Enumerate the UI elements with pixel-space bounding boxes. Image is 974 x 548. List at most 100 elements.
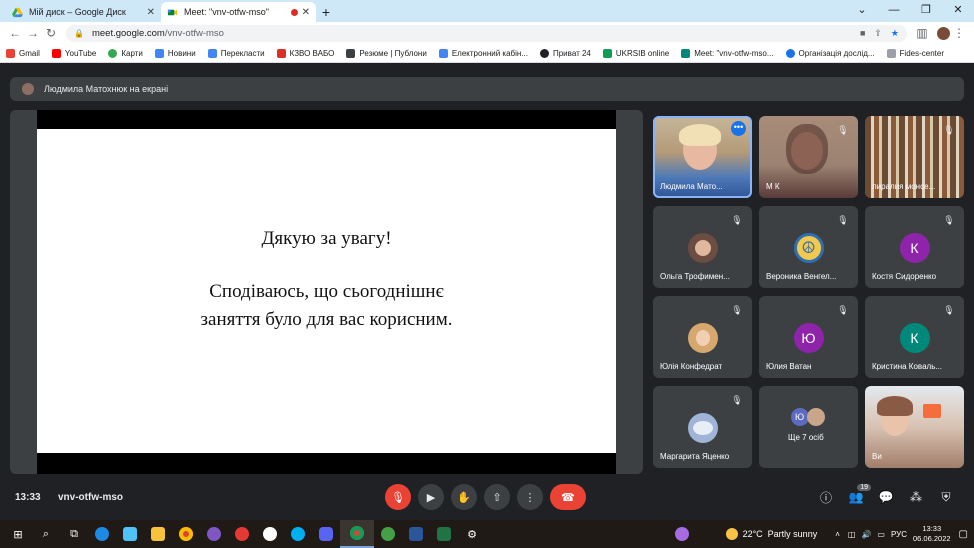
back-arrow-icon[interactable]: ←: [6, 26, 24, 40]
windows-start-icon[interactable]: ⊞: [4, 520, 32, 548]
share-icon[interactable]: ⇪: [874, 28, 882, 39]
url-input[interactable]: 🔒 meet.google.com/vnv-otfw-mso ■ ⇪ ★: [66, 24, 907, 42]
more-options-button[interactable]: ⋮: [517, 484, 543, 510]
slide-line-3: заняття було для вас корисним.: [200, 309, 453, 330]
tray-chevron-icon[interactable]: ˄: [835, 530, 840, 539]
participant-tile[interactable]: 🎙 лиралия монсе...: [865, 116, 964, 198]
participant-tile[interactable]: 🎙 М К: [759, 116, 858, 198]
leave-call-button[interactable]: ☎: [550, 484, 586, 510]
tab-google-drive[interactable]: Мій диск – Google Диск ✕: [6, 2, 161, 22]
raise-hand-button[interactable]: ✋: [451, 484, 477, 510]
bookmark-kzvo[interactable]: КЗВО ВАБО: [276, 48, 334, 58]
clock[interactable]: 13:33 06.06.2022: [913, 524, 951, 544]
more-participants-tile[interactable]: Ю Ще 7 осіб: [759, 386, 858, 468]
chrome-active-icon[interactable]: [340, 520, 374, 548]
discord-icon[interactable]: [312, 520, 340, 548]
participant-tile[interactable]: К 🎙 Костя Сидоренко: [865, 206, 964, 288]
participant-name: лиралия монсе...: [872, 182, 936, 191]
mic-off-icon: 🎙: [731, 215, 743, 225]
weather-temp: 22°C: [742, 529, 763, 539]
activities-icon[interactable]: ⁂: [907, 490, 925, 504]
maximize-button[interactable]: ❐: [910, 0, 942, 22]
bookmark-research[interactable]: Організація дослід...: [785, 48, 875, 58]
viber-icon[interactable]: [200, 520, 228, 548]
mic-off-icon: 🎙: [731, 305, 743, 315]
close-tab-icon[interactable]: ✕: [302, 7, 310, 18]
camera-icon: ▶: [426, 491, 436, 504]
bookmark-privat24[interactable]: Приват 24: [539, 48, 591, 58]
bookmark-youtube[interactable]: YouTube: [51, 48, 96, 58]
opera-icon[interactable]: [228, 520, 256, 548]
participant-tile[interactable]: ☮ 🎙 Вероника Венгел...: [759, 206, 858, 288]
skype-icon[interactable]: [284, 520, 312, 548]
background-frame: [923, 404, 941, 418]
weather-widget[interactable]: 22°C Partly sunny: [725, 528, 817, 540]
sidebar-icon[interactable]: ▥: [913, 26, 931, 40]
bookmark-meet[interactable]: Meet: "vnv-otfw-mso...: [681, 48, 774, 58]
mic-toggle-button[interactable]: 🎙: [385, 484, 411, 510]
tab-search-icon[interactable]: ⌄: [846, 0, 878, 22]
participant-name: М К: [766, 182, 780, 191]
bookmark-maps[interactable]: Карти: [108, 48, 143, 58]
profile-avatar[interactable]: [937, 26, 950, 40]
more-options-icon[interactable]: •••: [731, 121, 746, 136]
new-tab-button[interactable]: +: [316, 2, 336, 22]
participant-tile[interactable]: 🎙 Маргарита Яценко: [653, 386, 752, 468]
settings-gear-icon[interactable]: ⚙: [458, 520, 486, 548]
battery-icon[interactable]: ▭: [877, 530, 885, 539]
file-explorer-icon[interactable]: [144, 520, 172, 548]
privat24-icon: [539, 48, 549, 58]
search-icon[interactable]: ⌕: [32, 520, 60, 548]
participant-tile[interactable]: К 🎙 Кристина Коваль...: [865, 296, 964, 378]
cloud-icon: [785, 48, 795, 58]
more-participants-label: Ще 7 осіб: [788, 433, 824, 442]
slide-line-2: Сподіваюсь, що сьогоднішнє: [209, 281, 444, 302]
participant-avatar: [806, 408, 825, 426]
participant-tile[interactable]: ••• Людмила Мато...: [653, 116, 752, 198]
participant-tile[interactable]: 🎙 Ольга Трофимен...: [653, 206, 752, 288]
edge-icon[interactable]: [88, 520, 116, 548]
bookmark-star-icon[interactable]: ★: [891, 28, 899, 39]
chat-icon[interactable]: 💬: [877, 490, 895, 504]
lock-icon[interactable]: 🔒: [74, 29, 84, 38]
notifications-icon[interactable]: ▢: [959, 529, 968, 540]
people-icon[interactable]: 👥 19: [847, 484, 871, 504]
presentation-stage[interactable]: Дякую за увагу! Сподіваюсь, що сьогодніш…: [10, 110, 643, 474]
present-now-button[interactable]: ⇧: [484, 484, 510, 510]
yandex-browser-icon[interactable]: [256, 520, 284, 548]
self-view-tile[interactable]: Ви: [865, 386, 964, 468]
store-icon[interactable]: [116, 520, 144, 548]
reload-icon[interactable]: ↻: [42, 26, 60, 40]
chrome-icon[interactable]: [172, 520, 200, 548]
browser-menu-icon[interactable]: ⋮: [950, 26, 968, 40]
participant-tile[interactable]: Ю 🎙 Юлия Ватан: [759, 296, 858, 378]
close-tab-icon[interactable]: ✕: [147, 7, 155, 18]
excel-icon[interactable]: [430, 520, 458, 548]
task-view-icon[interactable]: ⧉: [60, 520, 88, 548]
forward-arrow-icon[interactable]: →: [24, 26, 42, 40]
input-language[interactable]: РУС: [891, 530, 907, 539]
bookmark-gmail[interactable]: Gmail: [6, 48, 40, 58]
bookmark-publons[interactable]: Резюме | Публони: [346, 48, 427, 58]
volume-icon[interactable]: 🔊: [861, 530, 871, 539]
info-icon[interactable]: ⓘ: [817, 489, 835, 506]
host-controls-icon[interactable]: ⛨: [937, 490, 955, 505]
bookmark-fides[interactable]: Fides-center: [886, 48, 944, 58]
tab-meet[interactable]: Meet: "vnv-otfw-mso" ✕: [161, 2, 316, 22]
participant-tile[interactable]: 🎙 Юлія Конфедрат: [653, 296, 752, 378]
maps-icon: [108, 48, 118, 58]
network-icon[interactable]: ◫: [848, 530, 856, 539]
notification-app-icon[interactable]: [668, 520, 696, 548]
bookmark-translate[interactable]: Переклaсти: [207, 48, 265, 58]
camera-toggle-button[interactable]: ▶: [418, 484, 444, 510]
camera-in-use-icon[interactable]: ■: [860, 28, 865, 39]
participant-name: Ольга Трофимен...: [660, 272, 730, 281]
utorrent-icon[interactable]: [374, 520, 402, 548]
bookmark-news[interactable]: Новини: [154, 48, 196, 58]
word-icon[interactable]: [402, 520, 430, 548]
gmail-icon: [6, 48, 15, 58]
close-window-button[interactable]: ✕: [942, 0, 974, 22]
bookmark-ukrsib[interactable]: UKRSIB online: [602, 48, 669, 58]
minimize-button[interactable]: —: [878, 0, 910, 22]
bookmark-cabinet[interactable]: Електронний кабін...: [438, 48, 528, 58]
